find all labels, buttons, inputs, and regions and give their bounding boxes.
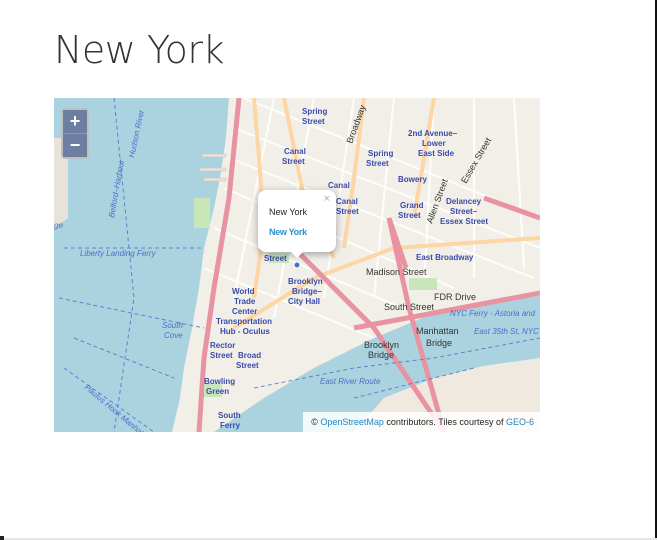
corner-mark	[0, 536, 4, 540]
label-east-river-route: East River Route	[320, 377, 381, 386]
label-world-trade-4: Transportation	[216, 317, 272, 326]
label-brooklyn-bridge-2: Bridge	[368, 350, 394, 360]
label-east-35th: East 35th St, NYC	[474, 327, 539, 336]
label-delancey: Delancey	[446, 197, 482, 206]
label-bowery: Bowery	[398, 175, 427, 184]
label-south-cove-1: South	[162, 321, 183, 330]
label-world-trade-1: World	[232, 287, 255, 296]
label-brooklyn-bridge-ch-1: Brooklyn	[288, 277, 323, 286]
label-broad-street: Street	[236, 361, 259, 370]
label-nyc-ferry: NYC Ferry - Astoria and	[450, 309, 536, 318]
zoom-control: + −	[61, 108, 89, 159]
popup-link[interactable]: New York	[269, 227, 307, 237]
label-brooklyn-bridge-ch-3: City Hall	[288, 297, 320, 306]
page-title: New York	[54, 28, 225, 72]
label-delancey-street: Street–	[450, 207, 478, 216]
label-world-trade-5: Hub - Oculus	[220, 327, 270, 336]
label-essex-street: Essex Street	[440, 217, 488, 226]
label-east-side: East Side	[418, 149, 455, 158]
label-brooklyn-bridge-ch-2: Bridge–	[292, 287, 322, 296]
geo6-link[interactable]: GEO-6	[506, 417, 534, 427]
label-fdr-drive: FDR Drive	[434, 292, 476, 302]
label-world-trade-2: Trade	[234, 297, 256, 306]
zoom-in-button[interactable]: +	[63, 110, 87, 134]
label-bowling-green-2: Green	[206, 387, 229, 396]
zoom-out-button[interactable]: −	[63, 134, 87, 157]
label-south-street: South Street	[384, 302, 435, 312]
label-canal-3: Canal	[336, 197, 358, 206]
label-grand-street: Street	[398, 211, 421, 220]
label-manhattan-bridge-1: Manhattan	[416, 326, 459, 336]
label-canal-2: Canal	[328, 181, 350, 190]
label-manhattan-bridge-2: Bridge	[426, 338, 452, 348]
label-rector: Rector	[210, 341, 235, 350]
map-tiles[interactable]: Spring Street Canal Street Spring Street…	[54, 98, 540, 432]
close-icon[interactable]: ×	[324, 193, 330, 205]
label-spring-street-mid-2: Street	[366, 159, 389, 168]
label-madison-street: Madison Street	[366, 267, 427, 277]
label-liberty-landing: Liberty Landing Ferry	[80, 249, 157, 258]
label-south-ferry-2: Ferry	[220, 421, 241, 430]
label-canal-3-street: Street	[336, 207, 359, 216]
label-world-trade-3: Center	[232, 307, 257, 316]
popup-title: New York	[269, 207, 308, 217]
map-popup: × New York New York	[258, 190, 336, 258]
label-spring-street-mid: Spring	[368, 149, 393, 158]
label-grand: Grand	[400, 201, 424, 210]
openstreetmap-link[interactable]: OpenStreetMap	[320, 417, 384, 427]
label-brooklyn-bridge-1: Brooklyn	[364, 340, 399, 350]
attribution-text: contributors. Tiles courtesy of	[386, 417, 504, 427]
label-spring-street-2: Street	[302, 117, 325, 126]
label-bowling-green-1: Bowling	[204, 377, 235, 386]
attribution-copyright: ©	[311, 417, 318, 427]
label-broad: Broad	[238, 351, 261, 360]
label-rector-street: Street	[210, 351, 233, 360]
label-lower-east: Lower	[422, 139, 446, 148]
label-south-cove-2: Cove	[164, 331, 183, 340]
label-second-avenue: 2nd Avenue–	[408, 129, 458, 138]
label-ge: ge	[54, 221, 63, 230]
map-attribution: © OpenStreetMap contributors. Tiles cour…	[303, 412, 540, 432]
popup-tip	[289, 250, 305, 258]
label-east-broadway: East Broadway	[416, 253, 474, 262]
label-canal-street-2: Street	[282, 157, 305, 166]
label-spring-street: Spring	[302, 107, 327, 116]
map-container[interactable]: Spring Street Canal Street Spring Street…	[54, 98, 540, 432]
label-street-center: Street	[264, 254, 287, 263]
label-canal-street: Canal	[284, 147, 306, 156]
label-south-ferry-1: South	[218, 411, 241, 420]
location-marker	[293, 261, 301, 269]
